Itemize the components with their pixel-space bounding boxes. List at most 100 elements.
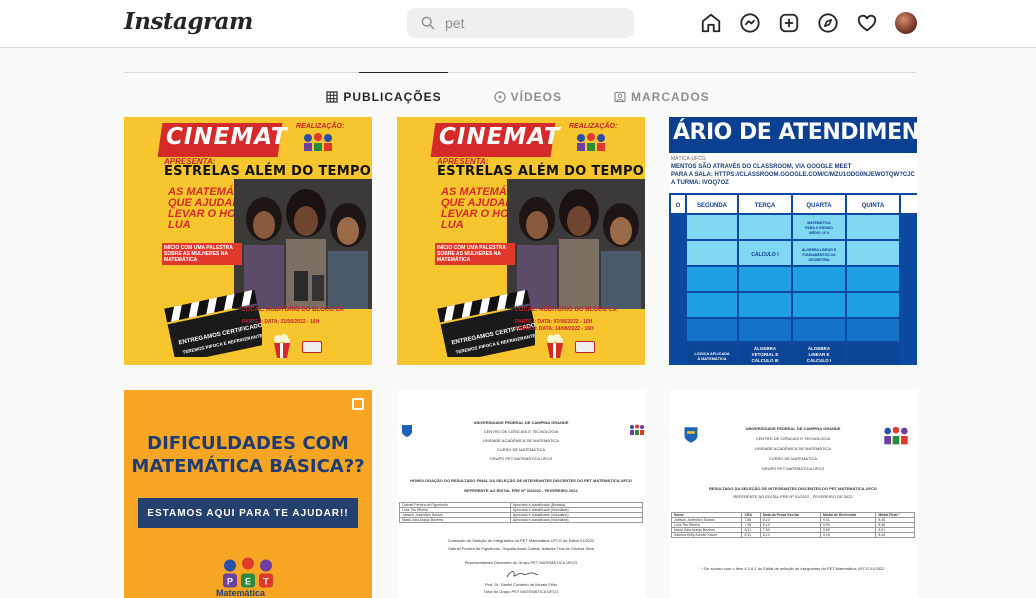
- popcorn-icon: [274, 334, 290, 358]
- svg-text:ÁLGEBRA: ÁLGEBRA: [754, 345, 777, 351]
- doc-header-line: GRUPO PET MATEMÁTICA UFCG: [489, 456, 553, 461]
- doc-header-line: UNIDADE ACADÊMICA DE MATEMÁTICA: [482, 438, 560, 443]
- doc-footer: Representantes Discentes do Grupo PET MA…: [464, 560, 578, 565]
- doc-result-table: Gabriel Pereira de Figueiredo Aprovado e …: [399, 502, 644, 523]
- pet-logo-icon: [304, 133, 332, 151]
- svg-text:CÁLCULO I: CÁLCULO I: [807, 357, 832, 363]
- doc-footer: Gabriel Pereira de Figueiredo, Hayalla A…: [447, 546, 595, 551]
- date-part-1: PARTE I: DATA: 07/06/2022 - 16H: [515, 319, 593, 325]
- tab-label: PUBLICAÇÕES: [343, 90, 442, 104]
- doc-header-line: CENTRO DE CIÊNCIAS E TECNOLOGIA: [755, 436, 831, 441]
- table-row: Sabrina Kelly Aurelio Xavier 8,11 8,10 9,16…: [670, 532, 915, 538]
- doc-note: * De acordo com o item 4.2.6.1 do Edital…: [701, 566, 885, 571]
- palestra-note: INÍCIO COM UMA PALESTRA SOBRE AS MULHERE…: [162, 243, 242, 265]
- pet-logo-icon: [577, 133, 605, 151]
- svg-text:P: P: [227, 577, 233, 587]
- ticket-icon: [302, 341, 322, 353]
- instagram-logo[interactable]: Instagram: [124, 8, 253, 35]
- search-input[interactable]: [445, 15, 615, 31]
- post-heading: DIFICULDADES COM MATEMÁTICA BÁSICA??: [124, 432, 372, 478]
- svg-text:CÁLCULO I: CÁLCULO I: [751, 251, 779, 258]
- svg-text:T: T: [263, 577, 269, 587]
- clapperboard-icon: ENTREGAMOS CERTIFICADOS TEREMOS PIPOCA E…: [437, 289, 535, 357]
- home-icon[interactable]: [700, 12, 722, 34]
- palestra-note: INÍCIO COM UMA PALESTRA SOBRE AS MULHERE…: [435, 243, 515, 265]
- svg-text:MATEMÁTICA: MATEMÁTICA: [807, 220, 831, 225]
- schedule-info: MÁTICA-UFCG MENTOS SÃO ATRAVÉS DO CLASSR…: [669, 153, 917, 193]
- svg-text:TERÇA: TERÇA: [755, 203, 776, 209]
- heading-line-1: DIFICULDADES COM: [147, 433, 349, 454]
- new-post-icon[interactable]: [778, 12, 800, 34]
- post-schedule[interactable]: ÁRIO DE ATENDIMENTO MÁTICA-UFCG MENTOS S…: [669, 117, 917, 365]
- tab-label: VÍDEOS: [510, 90, 563, 104]
- logo-caption: Matemática: [216, 588, 266, 598]
- svg-text:MÉDIO I E II: MÉDIO I E II: [809, 230, 829, 235]
- activity-heart-icon[interactable]: [856, 12, 878, 34]
- post-cinemat-2[interactable]: CINEMAT REALIZAÇÃO: APRESENTA: ESTRELAS …: [397, 117, 645, 365]
- search-icon: [421, 16, 435, 30]
- doc-edital: REFERENTE AO EDITAL PRE Nº 01/2022 - FEV…: [733, 494, 853, 499]
- schedule-line-1: MENTOS SÃO ATRAVÉS DO CLASSROOM, VIA GOO…: [671, 164, 852, 170]
- schedule-line-2: PARA A SALA: HTTPS://CLASSROOM.GOOGLE.CO…: [671, 172, 915, 178]
- svg-text:FUNDAMENTOS DA: FUNDAMENTOS DA: [802, 253, 836, 257]
- help-banner: ESTAMOS AQUI PARA TE AJUDAR!!: [138, 498, 358, 528]
- poster-subtitle: ESTRELAS ALÉM DO TEMPO: [164, 164, 372, 179]
- tab-marcados[interactable]: MARCADOS: [614, 90, 710, 104]
- messenger-icon[interactable]: [739, 12, 761, 34]
- top-nav-bar: Instagram: [0, 0, 1036, 48]
- schedule-line-3: A TURMA: IVOQ7OZ: [671, 180, 729, 186]
- doc-header-line: CURSO DE MATEMÁTICA: [496, 447, 546, 452]
- search-box[interactable]: [407, 8, 634, 38]
- svg-text:GEOMETRIA: GEOMETRIA: [808, 258, 830, 262]
- doc-signer-role: Tutor do Grupo PET MATEMÁTICA UFCG: [483, 589, 559, 594]
- svg-text:LÓGICA APLICADA: LÓGICA APLICADA: [694, 351, 729, 356]
- event-dates: PARTE I: DATA: 07/06/2022 - 16H PARTE II…: [515, 319, 594, 333]
- svg-text:QUARTA: QUARTA: [806, 203, 832, 209]
- realizacao-label: REALIZAÇÃO:: [569, 123, 618, 130]
- doc-result-table: Nome CRA Nota da Prova Escrita Média de Ent…: [670, 512, 915, 538]
- doc-header-line: GRUPO PET MATEMÁTICA UFCG: [761, 466, 825, 471]
- tagged-icon: [614, 91, 626, 103]
- event-location: LOCAL: AUDITÓRIO DO BLOCO CX: [242, 307, 344, 313]
- post-document-resultado[interactable]: UNIVERSIDADE FEDERAL DE CAMPINA GRANDE C…: [669, 390, 917, 598]
- realizacao-label: REALIZAÇÃO:: [296, 123, 345, 130]
- tab-label: MARCADOS: [631, 90, 710, 104]
- tab-publicacoes[interactable]: PUBLICAÇÕES: [326, 90, 441, 104]
- explore-icon[interactable]: [817, 12, 839, 34]
- poster-title: CINEMAT: [166, 124, 288, 150]
- clapperboard-icon: ENTREGAMOS CERTIFICADOS TEREMOS PIPOCA E…: [164, 289, 262, 357]
- svg-text:À MATEMÁTICA: À MATEMÁTICA: [697, 356, 726, 361]
- doc-header-line: CENTRO DE CIÊNCIAS E TECNOLOGIA: [483, 429, 559, 434]
- svg-text:LINEAR E: LINEAR E: [808, 352, 829, 357]
- date-part-2: PARTE II: DATA: 14/06/2022 - 16H: [515, 326, 594, 332]
- popcorn-icon: [547, 334, 563, 358]
- ticket-icon: [575, 341, 595, 353]
- poster-title: CINEMAT: [439, 124, 561, 150]
- svg-text:PARA O ENSINO: PARA O ENSINO: [805, 226, 833, 230]
- schedule-table: O SEGUNDA TERÇA QUARTA QUINTA MATEMÁTICA…: [669, 193, 917, 365]
- svg-text:SEGUNDA: SEGUNDA: [697, 203, 728, 209]
- post-cinemat-1[interactable]: CINEMAT REALIZAÇÃO: APRESENTA: ESTRELAS …: [124, 117, 372, 365]
- table-row: Maria Júlia Araújo Bezerra Aprovada e cla…: [399, 517, 644, 523]
- profile-tabs: PUBLICAÇÕES VÍDEOS MARCADOS: [0, 90, 1036, 104]
- heading-line-2: MATEMÁTICA BÁSICA??: [131, 456, 365, 477]
- svg-text:QUINTA: QUINTA: [862, 203, 885, 209]
- svg-text:E: E: [245, 577, 251, 587]
- signature-icon: [506, 571, 539, 578]
- doc-heading: RESULTADO DA SELEÇÃO DE INTEGRANTES DISC…: [709, 486, 877, 491]
- post-document-homologacao[interactable]: UNIVERSIDADE FEDERAL DE CAMPINA GRANDE C…: [397, 390, 645, 598]
- tab-videos[interactable]: VÍDEOS: [494, 90, 562, 104]
- profile-avatar[interactable]: [895, 12, 917, 34]
- svg-text:ÁLGEBRA LINEAR E: ÁLGEBRA LINEAR E: [802, 247, 837, 252]
- schedule-title: ÁRIO DE ATENDIMENTO: [669, 117, 917, 153]
- svg-text:ÁLGEBRA: ÁLGEBRA: [808, 345, 831, 351]
- post-matematica-basica[interactable]: DIFICULDADES COM MATEMÁTICA BÁSICA?? EST…: [124, 390, 372, 598]
- tab-active-indicator: [359, 72, 448, 73]
- doc-header-line: UNIVERSIDADE FEDERAL DE CAMPINA GRANDE: [745, 426, 841, 431]
- svg-text:O: O: [676, 203, 681, 209]
- doc-footer: Comissão de Seleção de Integrantes do PE…: [447, 538, 595, 543]
- grid-icon: [326, 91, 338, 103]
- doc-edital: REFERENTE AO EDITAL PRE Nº 01/2022 - FEV…: [464, 488, 578, 493]
- event-location: LOCAL: AUDITÓRIO DO BLOCO CX: [515, 307, 617, 313]
- tabs-divider: [124, 72, 916, 73]
